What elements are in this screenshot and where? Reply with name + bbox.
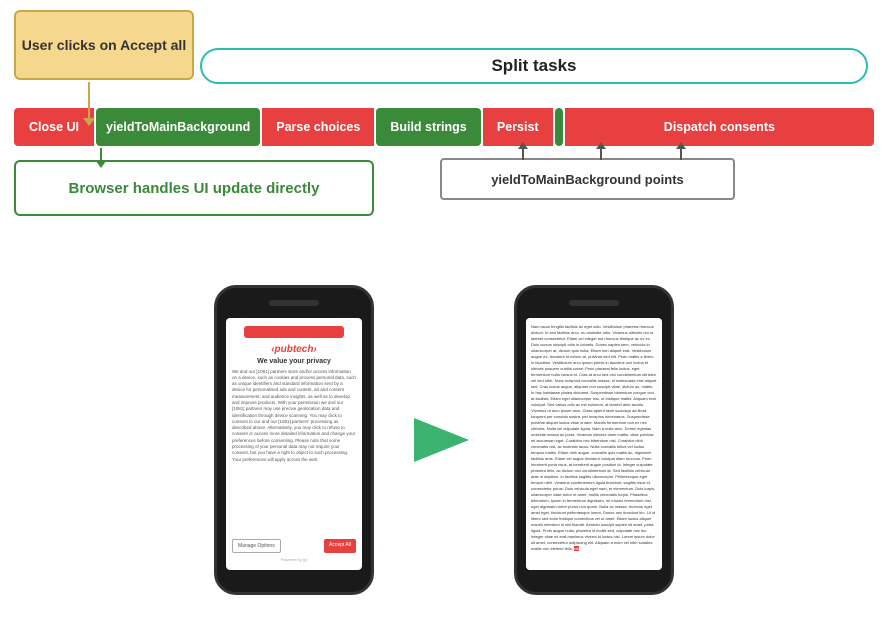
browser-update-label: Browser handles UI update directly	[69, 180, 320, 197]
article-text-highlight: vel	[574, 546, 579, 551]
arrow-pipeline-to-browser	[100, 148, 102, 162]
split-tasks-label: Split tasks	[491, 56, 576, 76]
phone-consent: ‹pubtech› We value your privacy We and o…	[214, 285, 374, 595]
yield-points-box: yieldToMainBackground points	[440, 158, 735, 200]
consent-body: We and our [1081] partners store and/or …	[232, 369, 356, 533]
pipeline-row: Close UI yieldToMainBackground Parse cho…	[14, 108, 874, 148]
phone-screen-article: Nam lacus fringilla facilisis ac eget od…	[526, 318, 662, 570]
segment-yield1: yieldToMainBackground	[96, 108, 260, 146]
pubtech-logo: ‹pubtech›	[232, 344, 356, 355]
segment-yield2	[555, 108, 563, 146]
consent-top-bar	[244, 326, 343, 338]
phone-notch-1	[269, 300, 319, 306]
user-clicks-label: User clicks on Accept all	[22, 37, 186, 53]
phone-notch-2	[569, 300, 619, 306]
consent-buttons: Manage Options Accept All	[232, 539, 356, 553]
article-screen: Nam lacus fringilla facilisis ac eget od…	[526, 318, 662, 570]
arrow-up-2	[600, 148, 602, 160]
arrow-user-to-pipeline	[88, 82, 90, 120]
arrow-up-1	[522, 148, 524, 160]
article-body: Nam lacus fringilla facilisis ac eget od…	[531, 324, 657, 552]
split-tasks-bar: Split tasks	[200, 48, 868, 84]
phone-article: Nam lacus fringilla facilisis ac eget od…	[514, 285, 674, 595]
privacy-title: We value your privacy	[232, 358, 356, 365]
manage-options-button[interactable]: Manage Options	[232, 539, 281, 553]
segment-close-ui: Close UI	[14, 108, 94, 146]
segment-build: Build strings	[376, 108, 480, 146]
yield-points-label: yieldToMainBackground points	[491, 172, 684, 187]
browser-update-box: Browser handles UI update directly	[14, 160, 374, 216]
accept-all-button[interactable]: Accept All	[324, 539, 356, 553]
segment-persist: Persist	[483, 108, 553, 146]
bottom-section: ‹pubtech› We value your privacy We and o…	[0, 260, 888, 619]
phone-screen-consent: ‹pubtech› We value your privacy We and o…	[226, 318, 362, 570]
segment-parse: Parse choices	[262, 108, 374, 146]
arrow-up-3	[680, 148, 682, 160]
user-clicks-box: User clicks on Accept all	[14, 10, 194, 80]
article-text-content: Nam lacus fringilla facilisis ac eget od…	[531, 324, 656, 551]
consent-screen: ‹pubtech› We value your privacy We and o…	[226, 318, 362, 570]
segment-dispatch: Dispatch consents	[565, 108, 874, 146]
consent-footer: Powered by [p]	[232, 557, 356, 562]
